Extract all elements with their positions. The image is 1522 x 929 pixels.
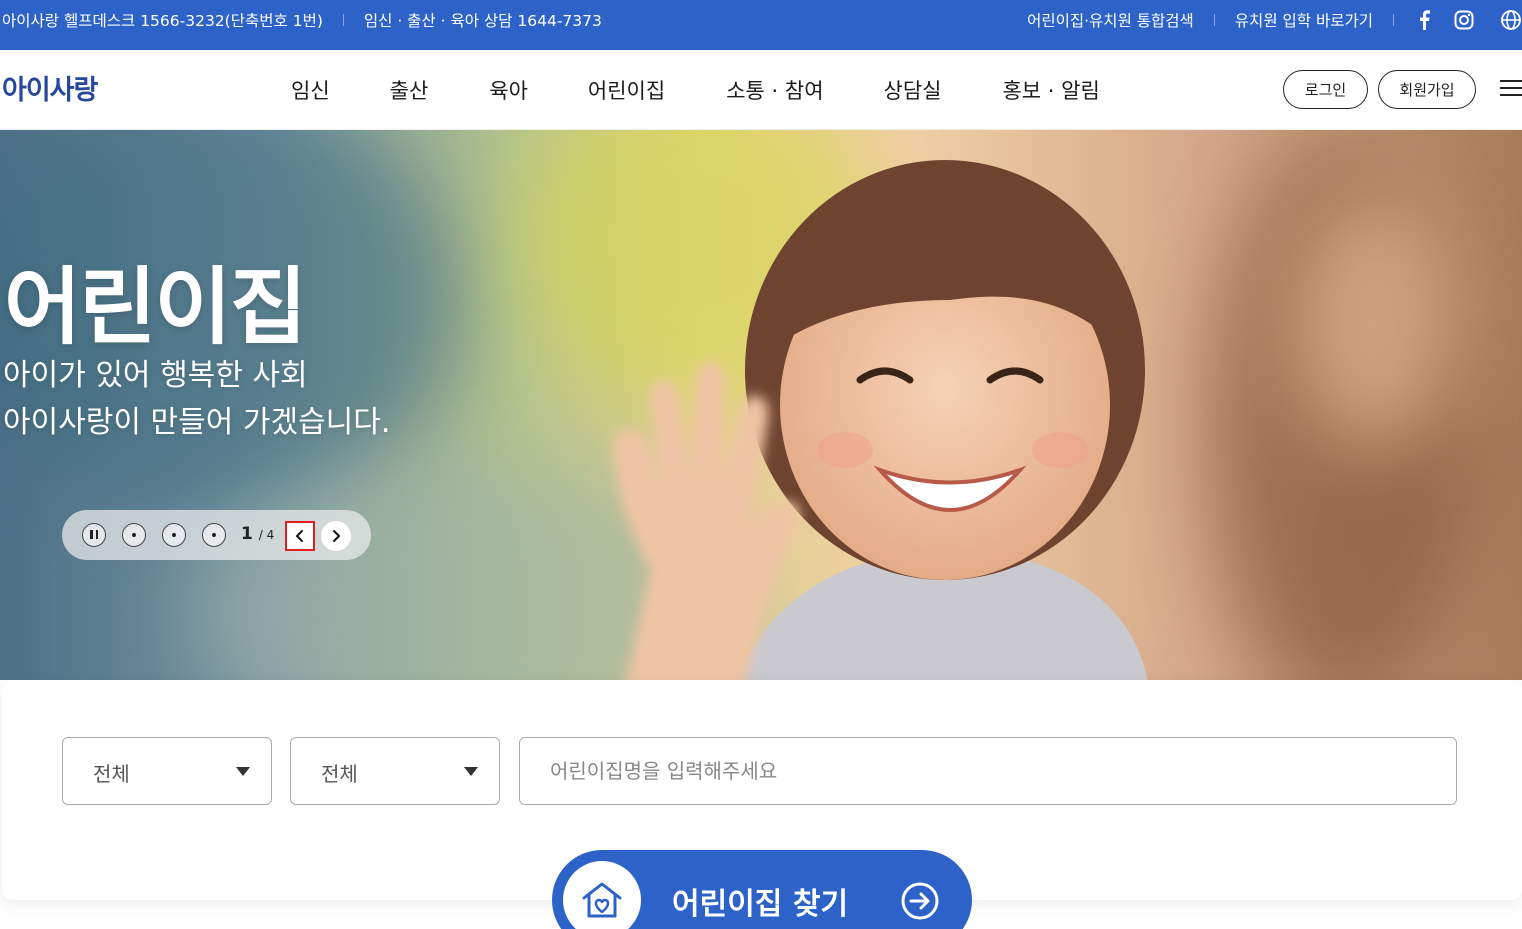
district-select-value: 전체 <box>321 762 358 786</box>
nav-item-parenting[interactable]: 육아 <box>489 75 528 105</box>
counsel-text: 임신 · 출산 · 육아 상담 1644-7373 <box>363 12 602 30</box>
facebook-icon[interactable] <box>1419 10 1430 30</box>
signup-button[interactable]: 회원가입 <box>1378 70 1476 109</box>
topbar-right: 어린이집·유치원 통합검색 유치원 입학 바로가기 <box>1027 0 1522 40</box>
instagram-icon[interactable] <box>1454 10 1474 30</box>
hero-child-image <box>614 160 1148 680</box>
nav-item-daycare[interactable]: 어린이집 <box>588 75 665 105</box>
caret-down-icon <box>236 767 250 776</box>
nav-item-counsel-room[interactable]: 상담실 <box>884 75 942 105</box>
integrated-search-link[interactable]: 어린이집·유치원 통합검색 <box>1027 9 1194 31</box>
nav-item-birth[interactable]: 출산 <box>390 75 429 105</box>
nav-item-community[interactable]: 소통 · 참여 <box>726 75 823 105</box>
kindergarten-admission-link[interactable]: 유치원 입학 바로가기 <box>1235 9 1373 31</box>
arrow-right-circle-icon <box>901 882 939 920</box>
daycare-name-input[interactable] <box>519 737 1457 805</box>
slide-current: 1 <box>241 524 253 544</box>
pause-button[interactable] <box>82 523 106 547</box>
hero-subtitle-line: 아이사랑이 만들어 가겠습니다. <box>3 405 391 440</box>
site-header: 아이사랑 임신 출산 육아 어린이집 소통 · 참여 상담실 홍보 · 알림 로… <box>0 50 1522 130</box>
main-navigation: 임신 출산 육아 어린이집 소통 · 참여 상담실 홍보 · 알림 <box>291 75 1100 105</box>
helpdesk-text: 아이사랑 헬프데스크 1566-3232(단축번호 1번) <box>2 12 323 30</box>
hero-title: 어린이집 <box>4 258 307 356</box>
find-daycare-label: 어린이집 찾기 <box>672 887 849 922</box>
site-logo[interactable]: 아이사랑 <box>2 68 98 107</box>
slide-controls: 1 / 4 <box>62 510 371 560</box>
login-button[interactable]: 로그인 <box>1283 70 1368 109</box>
divider <box>1393 14 1394 26</box>
divider <box>1213 14 1215 26</box>
slide-dot-1[interactable] <box>122 523 146 547</box>
chevron-right-icon <box>333 530 340 542</box>
chevron-left-icon <box>296 530 303 542</box>
sns-links <box>1414 9 1522 31</box>
slide-dot-3[interactable] <box>202 523 226 547</box>
hero-subtitle: 아이가 있어 행복한 사회 아이사랑이 만들어 가겠습니다. <box>3 352 390 446</box>
region-select-value: 전체 <box>93 762 130 786</box>
region-select[interactable]: 전체 <box>62 737 272 805</box>
slide-dot-2[interactable] <box>162 523 186 547</box>
next-slide-button[interactable] <box>321 521 351 551</box>
nav-item-pregnancy[interactable]: 임신 <box>291 75 330 105</box>
topbar-left: 아이사랑 헬프데스크 1566-3232(단축번호 1번) 임신 · 출산 · … <box>2 0 602 40</box>
menu-icon[interactable] <box>1500 80 1522 98</box>
top-utility-bar: 아이사랑 헬프데스크 1566-3232(단축번호 1번) 임신 · 출산 · … <box>0 0 1522 50</box>
slide-counter: 1 / 4 <box>241 524 274 544</box>
district-select[interactable]: 전체 <box>290 737 500 805</box>
nav-item-news[interactable]: 홍보 · 알림 <box>1002 75 1099 105</box>
find-daycare-button[interactable]: 어린이집 찾기 <box>552 850 972 929</box>
divider <box>342 14 344 26</box>
hero-subtitle-line: 아이가 있어 행복한 사회 <box>3 358 308 393</box>
slide-total: / 4 <box>258 528 275 542</box>
globe-icon[interactable] <box>1500 9 1522 31</box>
hero-banner: 어린이집 아이가 있어 행복한 사회 아이사랑이 만들어 가겠습니다. 1 / … <box>0 130 1522 680</box>
caret-down-icon <box>464 767 478 776</box>
hero-photo-bg <box>1290 190 1460 450</box>
home-heart-icon <box>563 861 641 929</box>
prev-slide-button[interactable] <box>285 521 315 551</box>
